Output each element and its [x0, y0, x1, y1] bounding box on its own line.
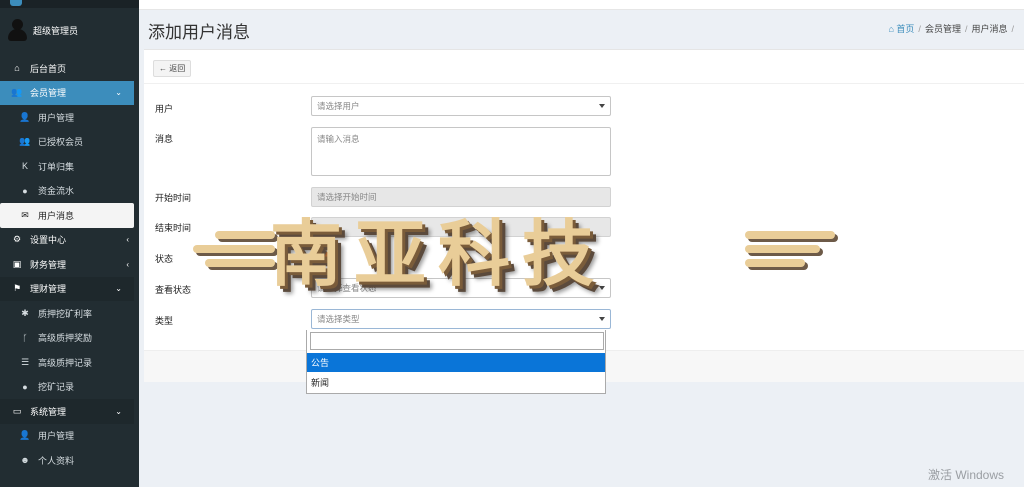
- sidebar: 超级管理员 ⌂ 后台首页 👥 会员管理 ⌄ 👤 用户管理 👥 已授权会员 K 订单归集 ● 资金流水 ✉ 用…: [0, 0, 139, 487]
- sidebar-item-label: 资金流水: [38, 186, 75, 197]
- status-toggle[interactable]: [322, 252, 340, 263]
- caret-down-icon: [599, 286, 605, 290]
- sidebar-item-label: 系统管理: [30, 406, 67, 417]
- sidebar-item-3[interactable]: 👥 已授权会员: [0, 130, 139, 155]
- smile-icon: ☻: [20, 455, 30, 466]
- cogs-icon: ⚙: [12, 234, 22, 245]
- sidebar-item-label: 财务管理: [30, 259, 67, 270]
- sidebar-item-14[interactable]: ▭ 系统管理 ⌄: [0, 399, 134, 424]
- user-icon: 👤: [19, 111, 31, 122]
- sidebar-item-1[interactable]: 👥 会员管理 ⌄: [0, 80, 134, 105]
- sidebar-item-label: 用户消息: [38, 210, 75, 221]
- message-textarea[interactable]: 请输入消息: [311, 127, 611, 176]
- sidebar-item-16[interactable]: ☻ 个人资料: [0, 448, 139, 473]
- sidebar-item-7[interactable]: ⚙ 设置中心 ‹: [0, 228, 139, 253]
- windows-activation-title: 激活 Windows: [928, 468, 1005, 482]
- list-icon: ☰: [20, 356, 30, 367]
- view-status-label: 查看状态: [155, 285, 192, 295]
- sidebar-item-2[interactable]: 👤 用户管理: [0, 105, 139, 130]
- arrow-left-icon: ←: [159, 64, 170, 73]
- sidebar-item-label: 后台首页: [30, 63, 67, 74]
- flag-icon: ⚑: [12, 283, 22, 294]
- end-time-label: 结束时间: [155, 223, 192, 233]
- start-time-label: 开始时间: [155, 193, 192, 203]
- sidebar-item-15[interactable]: 👤 用户管理: [0, 424, 139, 449]
- k-icon: K: [21, 161, 28, 172]
- home-icon: ⌂: [14, 63, 20, 74]
- sidebar-item-label: 质押挖矿利率: [38, 308, 93, 319]
- sidebar-item-label: 理财管理: [30, 284, 67, 295]
- breadcrumb-level1[interactable]: 会员管理: [925, 24, 961, 34]
- sidebar-item-13[interactable]: ● 挖矿记录: [0, 375, 139, 400]
- sidebar-item-4[interactable]: K 订单归集: [0, 154, 139, 179]
- bug-icon: ✱: [21, 307, 29, 318]
- type-select[interactable]: 请选择类型: [311, 309, 611, 329]
- sidebar-item-label: 用户管理: [38, 112, 75, 123]
- box-header: ← 返回: [144, 50, 1024, 84]
- logo-icon: [10, 0, 22, 6]
- caret-down-icon: [599, 317, 605, 321]
- user-label: 用户: [155, 104, 174, 114]
- user-name: 超级管理员: [33, 25, 79, 36]
- sidebar-item-10[interactable]: ✱ 质押挖矿利率: [0, 301, 139, 326]
- start-time-input[interactable]: 请选择开始时间: [311, 187, 611, 207]
- sidebar-item-label: 高级质押奖励: [38, 333, 93, 344]
- user-panel: 超级管理员: [0, 14, 139, 46]
- sidebar-item-9[interactable]: ⚑ 理财管理 ⌄: [0, 276, 134, 301]
- chevron-down-icon: ⌄: [115, 88, 122, 98]
- chevron-left-icon: ‹: [126, 259, 129, 269]
- users-icon: 👥: [19, 136, 31, 147]
- sidebar-item-label: 用户管理: [38, 431, 75, 442]
- desktop-icon: ▭: [12, 405, 22, 416]
- branch-icon: ᚴ: [22, 332, 28, 343]
- type-search-input[interactable]: [310, 332, 604, 350]
- type-label: 类型: [155, 316, 174, 326]
- user-select[interactable]: 请选择用户: [311, 96, 611, 116]
- content-top-bar: [139, 0, 1024, 10]
- sidebar-item-0[interactable]: ⌂ 后台首页: [0, 56, 139, 81]
- breadcrumb: ⌂ 首页 / 会员管理 / 用户消息 /: [888, 24, 1014, 34]
- type-option-news[interactable]: 新闻: [307, 373, 605, 392]
- sidebar-top: [0, 0, 139, 8]
- content-area: 添加用户消息 ⌂ 首页 / 会员管理 / 用户消息 / ← 返回 用户 请选择用户 消息 …: [139, 0, 1024, 487]
- users-icon: 👥: [11, 87, 23, 98]
- chevron-down-icon: ⌄: [115, 284, 122, 294]
- user-icon: 👤: [19, 430, 31, 441]
- avatar: [8, 19, 27, 41]
- breadcrumb-level2: 用户消息: [971, 24, 1008, 34]
- sidebar-item-label: 已授权会员: [38, 137, 84, 148]
- page-title: 添加用户消息: [148, 23, 250, 42]
- sidebar-item-8[interactable]: ▣ 财务管理 ‹: [0, 252, 139, 277]
- status-label: 状态: [155, 254, 174, 264]
- type-dropdown: 公告 新闻: [306, 330, 606, 394]
- drop-icon: ●: [22, 381, 28, 392]
- wallet-icon: ▣: [12, 258, 22, 269]
- sidebar-item-label: 高级质押记录: [38, 357, 93, 368]
- message-label: 消息: [155, 134, 174, 144]
- envelope-icon: ✉: [21, 209, 29, 220]
- sidebar-item-11[interactable]: ᚴ 高级质押奖励: [0, 326, 139, 351]
- chevron-left-icon: ‹: [126, 235, 129, 245]
- sidebar-item-label: 个人资料: [38, 455, 75, 466]
- type-option-notice[interactable]: 公告: [307, 353, 605, 372]
- sidebar-item-label: 订单归集: [38, 161, 75, 172]
- sidebar-menu: ⌂ 后台首页 👥 会员管理 ⌄ 👤 用户管理 👥 已授权会员 K 订单归集 ● 资金流水 ✉ 用户消息 ⚙ 设置…: [0, 56, 139, 473]
- sidebar-item-5[interactable]: ● 资金流水: [0, 179, 139, 204]
- sidebar-item-6[interactable]: ✉ 用户消息: [0, 203, 134, 228]
- back-button[interactable]: ← 返回: [153, 60, 192, 77]
- sidebar-item-12[interactable]: ☰ 高级质押记录: [0, 350, 139, 375]
- sidebar-item-label: 设置中心: [30, 235, 67, 246]
- end-time-input[interactable]: [311, 217, 611, 237]
- sidebar-item-label: 挖矿记录: [38, 382, 75, 393]
- caret-down-icon: [599, 104, 605, 108]
- view-status-select[interactable]: 请选择查看状态: [311, 278, 611, 298]
- drop-icon: ●: [22, 185, 28, 196]
- breadcrumb-home[interactable]: ⌂ 首页: [888, 24, 914, 34]
- chevron-down-icon: ⌄: [115, 406, 122, 416]
- sidebar-item-label: 会员管理: [30, 88, 67, 99]
